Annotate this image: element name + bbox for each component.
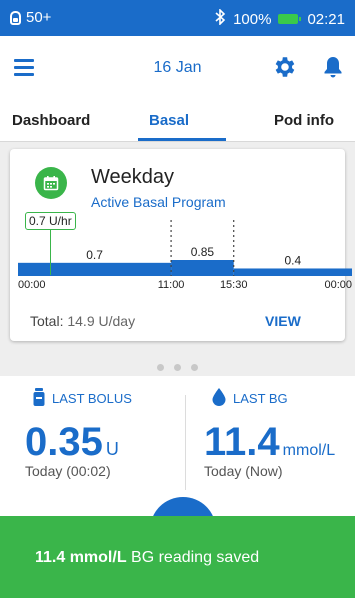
time-tick-label: 00:00 (18, 279, 46, 290)
page-dot (157, 364, 164, 371)
snackbar-text: BG reading saved (126, 549, 260, 566)
current-rate-tag: 0.7 U/hr (25, 212, 76, 230)
tab-pod-info[interactable]: Pod info (274, 112, 334, 129)
program-name: Weekday (91, 166, 175, 188)
bluetooth-icon (215, 8, 226, 29)
total-label: Total: (30, 313, 64, 329)
last-bg-header: LAST BG (212, 388, 288, 409)
bolus-unit: U (105, 439, 119, 459)
battery-percent: 100% (233, 10, 272, 28)
snackbar: 11.4 mmol/L BG reading saved (0, 516, 355, 598)
basal-segment (233, 268, 352, 276)
view-button[interactable]: VIEW (265, 313, 301, 329)
last-bolus-header: LAST BOLUS (33, 388, 132, 409)
last-bg-time: Today (Now) (204, 463, 283, 479)
panel-divider (185, 395, 186, 490)
insulin-vial-icon (33, 388, 45, 409)
active-tab-indicator (138, 138, 226, 141)
tab-bar: Dashboard Basal Pod info (0, 100, 355, 142)
calendar-icon (35, 167, 67, 199)
current-rate-marker (50, 230, 51, 275)
time-tick-label: 15:30 (220, 279, 248, 290)
last-bg-value: 11.4 mmol/L (204, 420, 335, 465)
pod-icon (10, 10, 21, 25)
total-daily-basal: Total: 14.9 U/day (30, 313, 135, 329)
clock: 02:21 (307, 10, 345, 28)
gear-icon[interactable] (271, 54, 297, 80)
time-tick-label: 00:00 (324, 279, 352, 290)
bell-icon[interactable] (322, 55, 344, 79)
blood-drop-icon (212, 388, 226, 409)
snackbar-value: 11.4 mmol/L (35, 549, 127, 566)
last-bolus-value: 0.35 U (25, 420, 119, 465)
last-bolus-title: LAST BOLUS (52, 391, 132, 406)
page-indicator (0, 364, 355, 371)
tab-basal[interactable]: Basal (149, 112, 189, 129)
last-bg-title: LAST BG (233, 391, 288, 406)
page-dot (191, 364, 198, 371)
basal-segment-label: 0.85 (191, 245, 215, 259)
current-date: 16 Jan (153, 59, 202, 76)
bolus-amount: 0.35 (25, 420, 103, 464)
program-status: Active Basal Program (91, 194, 226, 210)
time-tick-label: 11:00 (158, 279, 185, 290)
basal-segment (171, 260, 234, 276)
page-dot (174, 364, 181, 371)
bg-unit: mmol/L (282, 442, 336, 459)
last-bolus-time: Today (00:02) (25, 463, 111, 479)
basal-segment (18, 262, 172, 276)
status-bar: 50+ 100% 02:21 (0, 0, 355, 36)
basal-segment-label: 0.7 (86, 248, 103, 262)
total-value: 14.9 U/day (67, 313, 136, 329)
tab-dashboard[interactable]: Dashboard (12, 112, 90, 129)
snackbar-message: 11.4 mmol/L BG reading saved (35, 549, 259, 567)
basal-chart: 0.7 0.85 0.4 00:00 11:00 15:30 00:00 (18, 220, 352, 290)
battery-icon (278, 14, 302, 24)
pod-count: 50+ (26, 9, 52, 26)
app-bar: 16 Jan (0, 36, 355, 100)
basal-segment-label: 0.4 (285, 253, 302, 267)
bg-amount: 11.4 (204, 420, 280, 464)
